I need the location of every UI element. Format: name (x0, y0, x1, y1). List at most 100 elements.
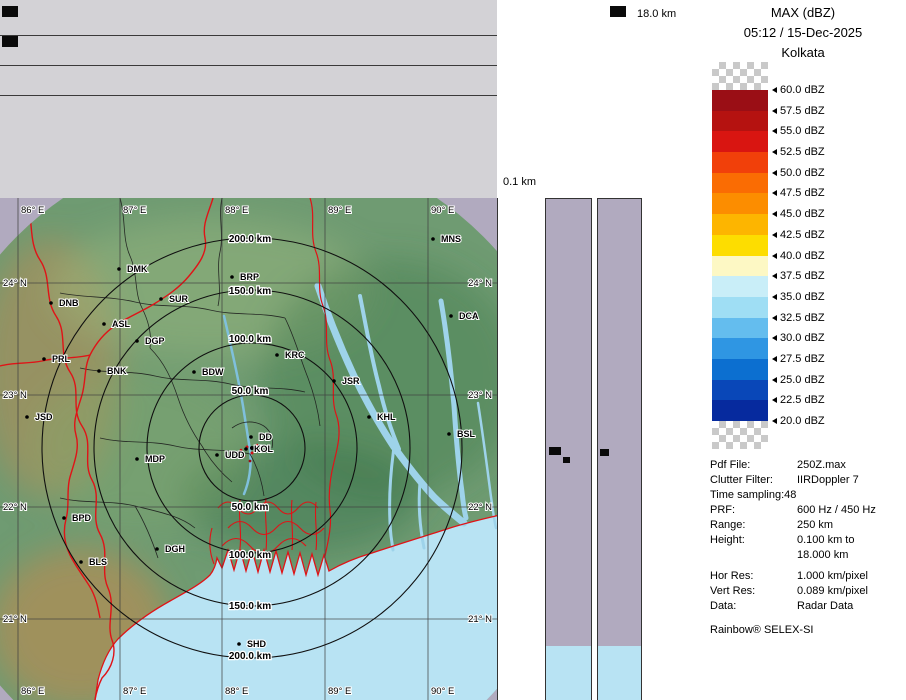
legend-label-row: 25.0 dBZ (772, 374, 825, 386)
top-height-panel (0, 0, 497, 199)
legend-label: 32.5 dBZ (780, 312, 825, 324)
echo-mark (563, 457, 570, 463)
station-label-BLS: BLS (89, 557, 107, 567)
legend-arrow-icon (772, 377, 777, 383)
legend-label: 30.0 dBZ (780, 332, 825, 344)
station-dot-UDD (215, 453, 219, 457)
station-label-DNB: DNB (59, 298, 79, 308)
info-value: 250 km (797, 519, 833, 531)
info-row: PRF:600 Hz / 450 Hz (710, 503, 902, 518)
colorbar-segments (712, 90, 768, 421)
product-info-rows: Pdf File:250Z.max Clutter Filter:IIRDoppl… (710, 458, 902, 614)
range-ring-label: 150.0 km (229, 601, 271, 612)
station-dot-BDW (192, 370, 196, 374)
range-ring-label: 200.0 km (229, 234, 271, 245)
station-dot-BSL (447, 432, 451, 436)
echo-mark (549, 447, 561, 455)
lon-label-top: 90° E (431, 205, 454, 216)
station-label-JSR: JSR (342, 376, 360, 386)
colorbar-segment-10 (712, 297, 768, 318)
axis-tick-marker (610, 6, 626, 17)
info-value: 250Z.max (797, 459, 846, 471)
info-row: Time sampling:48 (710, 488, 902, 503)
colorbar-segment-7 (712, 235, 768, 256)
info-value: 600 Hz / 450 Hz (797, 504, 876, 516)
side-panel-sea-band (546, 646, 591, 700)
info-value: Radar Data (797, 600, 853, 612)
legend-label-row: 60.0 dBZ (772, 84, 825, 96)
legend-arrow-icon (772, 273, 777, 279)
range-ring-label: 100.0 km (229, 334, 271, 345)
station-dot-KRC (275, 353, 279, 357)
station-label-KHL: KHL (377, 412, 396, 422)
info-value: 1.000 km/pixel (797, 570, 868, 582)
height-axis-min-label: 0.1 km (503, 176, 536, 188)
info-row: Hor Res:1.000 km/pixel (710, 569, 902, 584)
colorbar-segment-12 (712, 338, 768, 359)
info-label: Vert Res: (710, 584, 797, 599)
height-axis-max-label: 18.0 km (637, 8, 676, 20)
radar-map-canvas: 200.0 km150.0 km100.0 km50.0 km50.0 km10… (0, 198, 497, 700)
colorbar-segment-1 (712, 111, 768, 132)
legend-arrow-icon (772, 315, 777, 321)
product-header: MAX (dBZ) 05:12 / 15-Dec-2025 Kolkata (700, 0, 906, 63)
product-info-block: Pdf File:250Z.max Clutter Filter:IIRDoppl… (710, 458, 902, 636)
colorbar-segment-0 (712, 90, 768, 111)
info-label: Hor Res: (710, 569, 797, 584)
station-label-BRP: BRP (240, 272, 259, 282)
legend-arrow-icon (772, 232, 777, 238)
station-dot-MNS (431, 237, 435, 241)
side-height-panel-2 (597, 198, 642, 700)
info-label: Pdf File: (710, 458, 797, 473)
range-ring-label: 50.0 km (232, 502, 269, 513)
legend-label-row: 40.0 dBZ (772, 250, 825, 262)
colorbar-segment-4 (712, 173, 768, 194)
station-dot-BLS (79, 560, 83, 564)
station-label-SHD: SHD (247, 639, 267, 649)
lon-label-top: 88° E (225, 205, 248, 216)
legend-arrow-icon (772, 190, 777, 196)
lat-label-right: 23° N (468, 390, 492, 401)
station-dot-SHD (237, 642, 241, 646)
lat-label-right: 24° N (468, 278, 492, 289)
legend-label-row: 55.0 dBZ (772, 125, 825, 137)
legend-label-row: 42.5 dBZ (772, 229, 825, 241)
side-height-panel-1 (545, 198, 592, 700)
station-dot-BRP (230, 275, 234, 279)
legend-label: 35.0 dBZ (780, 291, 825, 303)
legend-label-row: 20.0 dBZ (772, 415, 825, 427)
legend-label-row: 22.5 dBZ (772, 394, 825, 406)
station-dot-JSD (25, 415, 29, 419)
legend-label: 55.0 dBZ (780, 125, 825, 137)
colorbar-segment-2 (712, 131, 768, 152)
info-label: Time sampling:48 (710, 488, 797, 503)
software-brand: Rainbow® SELEX-SI (710, 624, 902, 636)
info-row: Clutter Filter:IIRDoppler 7 (710, 473, 902, 488)
lat-label-left: 21° N (3, 614, 27, 625)
station-label-SUR: SUR (169, 294, 189, 304)
station-dot-SUR (159, 297, 163, 301)
station-label-BSL: BSL (457, 429, 476, 439)
station-dot-ASL (102, 322, 106, 326)
legend-label: 22.5 dBZ (780, 394, 825, 406)
station-label-ASL: ASL (112, 319, 131, 329)
station-label-DGP: DGP (145, 336, 165, 346)
station-label-PRL: PRL (52, 354, 71, 364)
info-value: 0.089 km/pixel (797, 585, 868, 597)
info-row: Data:Radar Data (710, 599, 902, 614)
height-gridline (0, 65, 497, 66)
reflectivity-colorbar (712, 62, 768, 449)
colorbar-checker-top (712, 62, 768, 90)
range-ring-label: 200.0 km (229, 651, 271, 662)
legend-label: 27.5 dBZ (780, 353, 825, 365)
radar-map[interactable]: 200.0 km150.0 km100.0 km50.0 km50.0 km10… (0, 198, 498, 700)
lon-label-bottom: 89° E (328, 686, 351, 697)
legend-panel: MAX (dBZ) 05:12 / 15-Dec-2025 Kolkata 60… (700, 0, 906, 700)
info-row: Vert Res:0.089 km/pixel (710, 584, 902, 599)
lon-label-bottom: 87° E (123, 686, 146, 697)
radar-app-window: 18.0 km 0.1 km (0, 0, 906, 700)
legend-label: 52.5 dBZ (780, 146, 825, 158)
legend-arrow-icon (772, 170, 777, 176)
legend-label-row: 50.0 dBZ (772, 167, 825, 179)
height-gridline (0, 95, 497, 96)
